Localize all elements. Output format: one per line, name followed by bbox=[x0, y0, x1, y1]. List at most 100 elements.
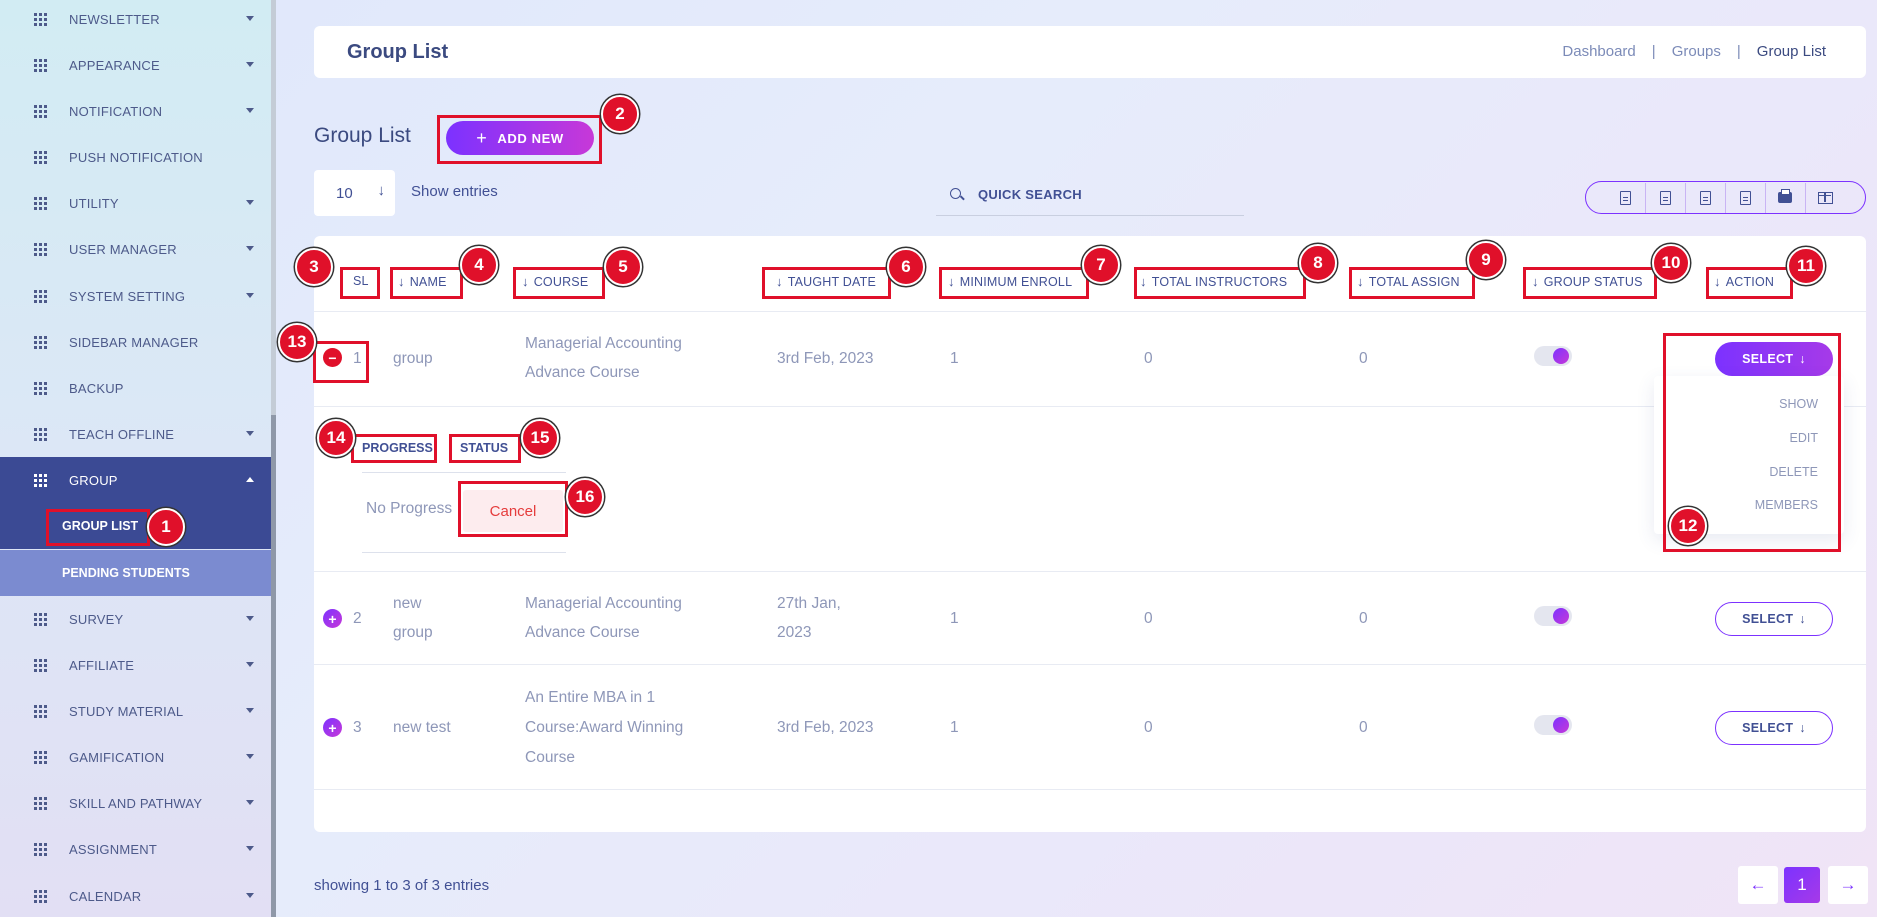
sort-arrow-icon: ↓ bbox=[1714, 274, 1721, 289]
add-new-button[interactable]: + ADD NEW bbox=[446, 121, 594, 155]
column-header-course[interactable]: ↓ COURSE bbox=[522, 274, 588, 289]
cell-minimum-enroll: 1 bbox=[950, 350, 959, 367]
excel-button[interactable] bbox=[1646, 182, 1686, 213]
sidebar-item-system-setting[interactable]: SYSTEM SETTING bbox=[0, 273, 276, 319]
column-header-total-instructors[interactable]: ↓ TOTAL INSTRUCTORS bbox=[1140, 274, 1287, 289]
cell-taught-date-line: 27th Jan, bbox=[777, 595, 841, 612]
chevron-up-icon bbox=[246, 477, 254, 482]
breadcrumb-groups[interactable]: Groups bbox=[1672, 43, 1721, 60]
sidebar-item-label: AFFILIATE bbox=[69, 657, 135, 673]
column-header-action[interactable]: ↓ ACTION bbox=[1714, 274, 1774, 289]
sidebar-item-push-notification[interactable]: PUSH NOTIFICATION bbox=[0, 134, 276, 180]
action-select-button[interactable]: SELECT ↓ bbox=[1715, 711, 1833, 745]
column-header-sl[interactable]: SL bbox=[353, 274, 369, 288]
breadcrumb-dashboard[interactable]: Dashboard bbox=[1562, 43, 1635, 60]
page-1-button[interactable]: 1 bbox=[1784, 867, 1820, 903]
sidebar-subitem-pending-students[interactable]: PENDING STUDENTS bbox=[0, 550, 276, 596]
column-header-taught-date[interactable]: ↓ TAUGHT DATE bbox=[776, 274, 876, 289]
sidebar-item-label: APPEARANCE bbox=[69, 57, 160, 73]
sidebar-scrollbar[interactable] bbox=[271, 415, 276, 917]
chevron-down-icon bbox=[246, 846, 254, 851]
column-header-name[interactable]: ↓ NAME bbox=[398, 274, 447, 289]
cell-sl: 2 bbox=[353, 610, 362, 627]
next-page-button[interactable]: → bbox=[1828, 866, 1868, 904]
progress-value: No Progress bbox=[366, 500, 453, 517]
chevron-down-icon bbox=[246, 62, 254, 67]
quick-search-input[interactable] bbox=[978, 187, 1218, 202]
sidebar-item-label: GAMIFICATION bbox=[69, 749, 165, 765]
column-header-label: TOTAL INSTRUCTORS bbox=[1151, 274, 1288, 289]
sort-arrow-icon: ↓ bbox=[1357, 274, 1364, 289]
sidebar-item-skill-and-pathway[interactable]: SKILL AND PATHWAY bbox=[0, 780, 276, 826]
sidebar-item-sidebar-manager[interactable]: SIDEBAR MANAGER bbox=[0, 319, 276, 365]
add-new-label: ADD NEW bbox=[497, 130, 564, 146]
cancel-button[interactable]: Cancel bbox=[463, 490, 563, 532]
sidebar-item-label: TEACH OFFLINE bbox=[69, 426, 175, 442]
cell-taught-date: 3rd Feb, 2023 bbox=[777, 719, 874, 736]
column-header-label: MINIMUM ENROLL bbox=[959, 274, 1073, 289]
dropdown-item-show[interactable]: SHOW bbox=[1779, 397, 1818, 411]
sidebar-item-assignment[interactable]: ASSIGNMENT bbox=[0, 826, 276, 872]
sidebar-subitem-group-list[interactable]: GROUP LIST bbox=[0, 503, 276, 549]
grid-icon bbox=[34, 842, 47, 856]
sidebar-item-notification[interactable]: NOTIFICATION bbox=[0, 88, 276, 134]
details-divider bbox=[362, 472, 566, 473]
sidebar-item-gamification[interactable]: GAMIFICATION bbox=[0, 734, 276, 780]
print-button[interactable] bbox=[1766, 182, 1806, 213]
arrow-right-icon: → bbox=[1839, 875, 1857, 894]
action-select-button[interactable]: SELECT ↓ bbox=[1715, 342, 1833, 376]
column-header-total-assign[interactable]: ↓ TOTAL ASSIGN bbox=[1357, 274, 1460, 289]
expand-row-button[interactable]: + bbox=[323, 609, 342, 628]
cell-minimum-enroll: 1 bbox=[950, 719, 959, 736]
sidebar-item-utility[interactable]: UTILITY bbox=[0, 180, 276, 226]
sidebar-item-study-material[interactable]: STUDY MATERIAL bbox=[0, 688, 276, 734]
dropdown-item-delete[interactable]: DELETE bbox=[1769, 465, 1818, 479]
column-header-group-status[interactable]: ↓ GROUP STATUS bbox=[1532, 274, 1643, 289]
sidebar-item-user-manager[interactable]: USER MANAGER bbox=[0, 226, 276, 272]
arrow-down-icon: ↓ bbox=[377, 182, 386, 199]
group-status-toggle[interactable] bbox=[1534, 606, 1572, 626]
breadcrumb-separator: | bbox=[1736, 43, 1741, 60]
sidebar-item-backup[interactable]: BACKUP bbox=[0, 365, 276, 411]
grid-icon bbox=[34, 889, 47, 903]
sidebar-item-survey[interactable]: SURVEY bbox=[0, 596, 276, 642]
grid-icon bbox=[34, 750, 47, 764]
sidebar-item-newsletter[interactable]: NEWSLETTER bbox=[0, 0, 276, 42]
cell-taught-date-line: 2023 bbox=[777, 624, 812, 641]
sidebar-item-affiliate[interactable]: AFFILIATE bbox=[0, 642, 276, 688]
sidebar-item-label: CALENDAR bbox=[69, 888, 142, 904]
group-status-toggle[interactable] bbox=[1534, 715, 1572, 735]
csv-button[interactable] bbox=[1686, 182, 1726, 213]
sidebar-item-label: SIDEBAR MANAGER bbox=[69, 334, 199, 350]
action-select-button[interactable]: SELECT ↓ bbox=[1715, 602, 1833, 636]
chevron-down-icon bbox=[246, 708, 254, 713]
sidebar-item-label: SKILL AND PATHWAY bbox=[69, 795, 203, 811]
dropdown-item-edit[interactable]: EDIT bbox=[1790, 431, 1818, 445]
dropdown-item-members[interactable]: MEMBERS bbox=[1755, 498, 1818, 512]
copy-button[interactable] bbox=[1606, 182, 1646, 213]
row-divider bbox=[314, 664, 1866, 665]
column-visibility-button[interactable] bbox=[1806, 183, 1846, 213]
search-icon bbox=[950, 187, 964, 202]
sidebar-item-calendar[interactable]: CALENDAR bbox=[0, 873, 276, 917]
row-divider bbox=[314, 571, 1866, 572]
cell-sl: 3 bbox=[353, 719, 362, 736]
select-label: SELECT bbox=[1742, 612, 1794, 626]
expand-row-button[interactable]: + bbox=[323, 718, 342, 737]
column-header-minimum-enroll[interactable]: ↓ MINIMUM ENROLL bbox=[948, 274, 1072, 289]
chevron-down-icon bbox=[246, 662, 254, 667]
sidebar-item-group[interactable]: GROUP bbox=[0, 457, 276, 503]
collapse-row-button[interactable]: − bbox=[323, 348, 342, 367]
sidebar-item-appearance[interactable]: APPEARANCE bbox=[0, 42, 276, 88]
sort-arrow-icon: ↓ bbox=[1532, 274, 1539, 289]
action-dropdown-menu: SHOW EDIT DELETE MEMBERS bbox=[1654, 376, 1844, 534]
previous-page-button[interactable]: ← bbox=[1738, 866, 1778, 904]
sort-arrow-icon: ↓ bbox=[1140, 274, 1147, 289]
sidebar-item-label: SYSTEM SETTING bbox=[69, 288, 186, 304]
group-status-toggle[interactable] bbox=[1534, 346, 1572, 366]
pdf-button[interactable] bbox=[1726, 182, 1766, 213]
row-divider bbox=[314, 789, 1866, 790]
page-header: Group List Dashboard | Groups | Group Li… bbox=[314, 26, 1866, 78]
sidebar-item-teach-offline[interactable]: TEACH OFFLINE bbox=[0, 411, 276, 457]
entries-select[interactable]: 10 ↓ bbox=[314, 170, 395, 216]
